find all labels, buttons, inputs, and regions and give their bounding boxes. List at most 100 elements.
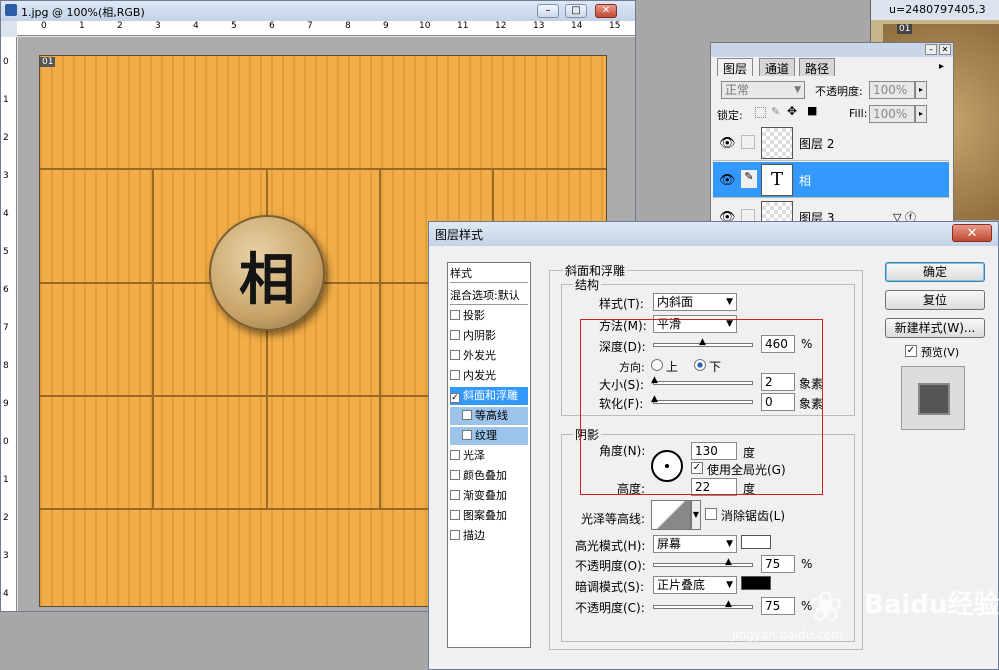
highlight-opacity-slider[interactable]: ▲ — [653, 558, 753, 567]
eye-icon[interactable]: 👁 — [719, 173, 736, 188]
checkbox[interactable] — [462, 430, 472, 440]
dialog-close-button[interactable]: ✕ — [952, 224, 992, 242]
highlight-color-swatch[interactable] — [741, 535, 771, 549]
gloss-contour-dropdown[interactable]: ▼ — [691, 500, 701, 530]
style-item-label: 颜色叠加 — [463, 469, 507, 482]
panel-minimize-button[interactable]: – — [925, 44, 937, 55]
preview-checkbox[interactable]: ✓ — [905, 345, 917, 357]
style-item-contour[interactable]: 等高线 — [450, 407, 528, 425]
tab-channels[interactable]: 通道 — [759, 58, 796, 76]
fill-label: Fill: — [849, 107, 868, 120]
style-item-outer-glow[interactable]: 外发光 — [450, 347, 528, 365]
checkbox[interactable] — [450, 530, 460, 540]
style-item-label: 渐变叠加 — [463, 489, 507, 502]
shadow-mode-select[interactable]: 正片叠底 ▼ — [653, 576, 737, 594]
dialog-titlebar[interactable]: 图层样式 ✕ — [429, 222, 998, 246]
highlight-opacity-input[interactable]: 75 — [761, 555, 795, 573]
gloss-contour-picker[interactable] — [651, 500, 691, 530]
checkbox[interactable] — [450, 510, 460, 520]
ruler-top-tick: 1 — [79, 21, 85, 31]
tab-paths[interactable]: 路径 — [799, 58, 836, 76]
style-item-label: 斜面和浮雕 — [463, 389, 518, 402]
brush-link-icon[interactable]: ✎ — [741, 170, 757, 188]
layer-row-selected[interactable]: 👁 ✎ T 相 — [713, 162, 949, 198]
style-item-texture[interactable]: 纹理 — [450, 427, 528, 445]
checkbox[interactable] — [450, 310, 460, 320]
ruler-left[interactable]: 0 1 2 3 4 5 6 7 8 9 0 1 2 3 4 — [1, 37, 17, 611]
lock-move-icon[interactable]: ✥ — [787, 104, 797, 118]
style-item-pattern-overlay[interactable]: 图案叠加 — [450, 507, 528, 525]
ruler-top[interactable]: 0 1 2 3 4 5 6 7 8 9 10 11 12 13 14 15 — [17, 21, 635, 36]
checkbox[interactable] — [450, 450, 460, 460]
bevel-style-select[interactable]: 内斜面 ▼ — [653, 293, 737, 311]
tab-layers[interactable]: 图层 — [717, 58, 754, 76]
style-item-satin[interactable]: 光泽 — [450, 447, 528, 465]
fill-arrow-button[interactable]: ▸ — [915, 105, 927, 123]
anti-alias-checkbox[interactable] — [705, 508, 717, 520]
styles-header[interactable]: 样式 — [450, 265, 528, 283]
photoshop-icon — [5, 4, 17, 16]
layer-name: 图层 2 — [799, 137, 835, 151]
reset-button[interactable]: 复位 — [885, 290, 985, 310]
style-item-inner-glow[interactable]: 内发光 — [450, 367, 528, 385]
document-titlebar[interactable]: 1.jpg @ 100%(相,RGB) – □ ✕ — [1, 1, 635, 21]
style-item-bevel-emboss[interactable]: ✓ 斜面和浮雕 — [450, 387, 528, 405]
ok-button[interactable]: 确定 — [885, 262, 985, 282]
ruler-top-tick: 14 — [571, 21, 583, 31]
shadow-opacity-knob[interactable]: ▲ — [725, 600, 733, 609]
style-item-stroke[interactable]: 描边 — [450, 527, 528, 545]
watermark-brand: Baidu经验 — [864, 590, 999, 620]
style-item-color-overlay[interactable]: 颜色叠加 — [450, 467, 528, 485]
layers-panel-header[interactable] — [711, 43, 953, 57]
lock-transparent-icon[interactable] — [755, 107, 766, 118]
checkbox[interactable] — [450, 350, 460, 360]
panel-menu-icon[interactable]: ▸ — [939, 61, 944, 72]
style-item-inner-shadow[interactable]: 内阴影 — [450, 327, 528, 345]
layer-row[interactable]: 👁 图层 2 — [713, 125, 949, 161]
new-style-button[interactable]: 新建样式(W)... — [885, 318, 985, 338]
style-item-label: 内阴影 — [463, 329, 496, 342]
dialog-title: 图层样式 — [435, 228, 484, 242]
style-preview-thumbnail — [901, 366, 965, 430]
checkbox[interactable] — [462, 410, 472, 420]
checkbox[interactable] — [450, 470, 460, 480]
style-item-drop-shadow[interactable]: 投影 — [450, 307, 528, 325]
highlight-opacity-knob[interactable]: ▲ — [725, 558, 733, 567]
board-line — [40, 168, 606, 170]
text-layer-glyph: T — [770, 169, 783, 190]
opacity-arrow-button[interactable]: ▸ — [915, 81, 927, 99]
checkbox-checked[interactable]: ✓ — [450, 393, 460, 403]
chess-piece-character: 相 — [239, 247, 295, 313]
checkbox[interactable] — [450, 490, 460, 500]
lock-brush-icon[interactable]: ✎ — [771, 105, 780, 118]
checkbox[interactable] — [450, 330, 460, 340]
opacity-field[interactable]: 100% — [869, 81, 915, 99]
shadow-opacity-slider[interactable]: ▲ — [653, 600, 753, 609]
shadow-color-swatch[interactable] — [741, 576, 771, 590]
lock-label: 锁定: — [717, 109, 743, 122]
shadow-opacity-label: 不透明度(C): — [575, 601, 645, 615]
watermark-url: jingyan.baidu.com — [732, 628, 843, 642]
checkbox[interactable] — [450, 370, 460, 380]
chevron-down-icon: ▼ — [794, 85, 801, 95]
maximize-button[interactable]: □ — [565, 4, 587, 18]
eye-icon[interactable]: 👁 — [719, 136, 736, 151]
ruler-left-tick: 7 — [3, 323, 9, 333]
link-box[interactable] — [741, 135, 755, 149]
highlight-mode-select[interactable]: 屏幕 ▼ — [653, 535, 737, 553]
fill-field[interactable]: 100% — [869, 105, 915, 123]
ruler-top-tick: 7 — [307, 21, 313, 31]
panel-close-button[interactable]: ✕ — [939, 44, 951, 55]
ruler-left-tick: 4 — [3, 589, 9, 599]
ruler-left-tick: 1 — [3, 95, 9, 105]
style-item-blending-options[interactable]: 混合选项:默认 — [450, 287, 528, 305]
shadow-opacity-input[interactable]: 75 — [761, 597, 795, 615]
lock-all-icon[interactable]: ■ — [807, 104, 817, 117]
blend-mode-select[interactable]: 正常 ▼ — [721, 81, 805, 99]
minimize-button[interactable]: – — [537, 4, 559, 18]
ruler-left-tick: 2 — [3, 513, 9, 523]
ruler-top-tick: 10 — [419, 21, 431, 31]
close-button[interactable]: ✕ — [595, 4, 617, 18]
style-item-gradient-overlay[interactable]: 渐变叠加 — [450, 487, 528, 505]
ruler-top-tick: 13 — [533, 21, 545, 31]
